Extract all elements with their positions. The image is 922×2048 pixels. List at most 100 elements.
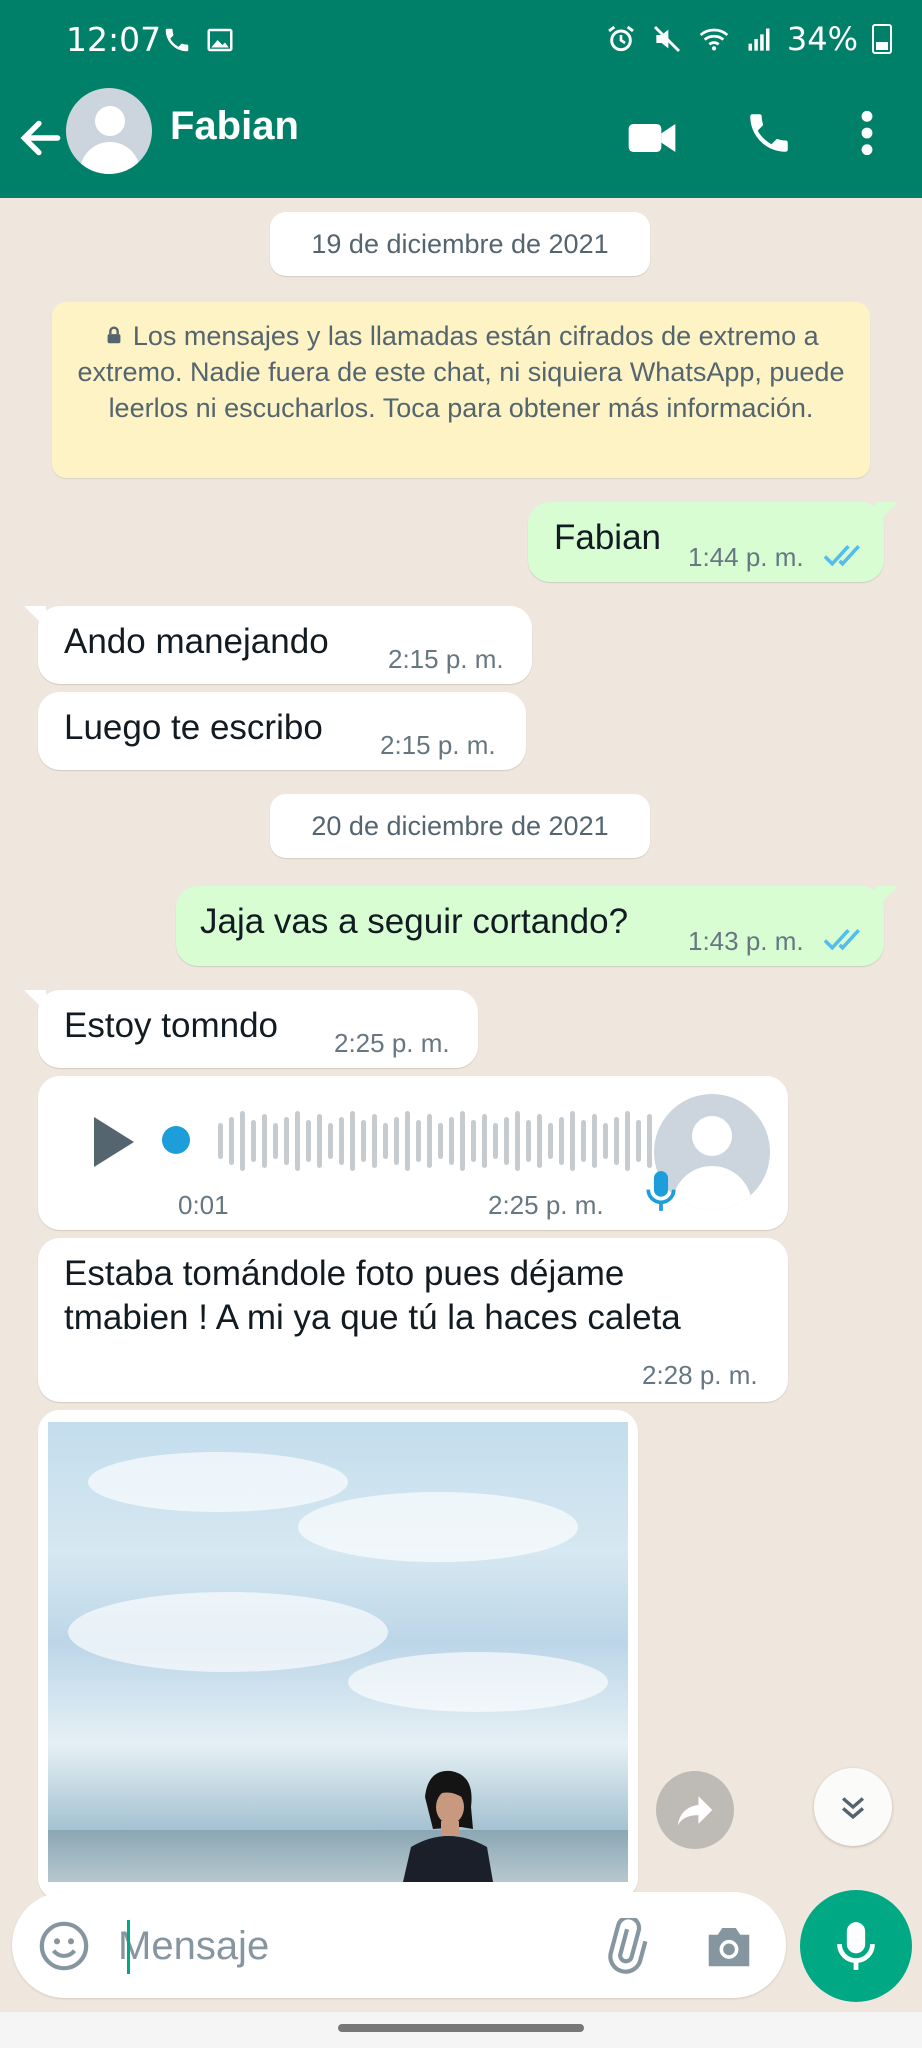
photo-cloud: [298, 1492, 578, 1562]
audio-waveform[interactable]: [218, 1110, 652, 1172]
lock-icon: [107, 326, 121, 344]
waveform-bar: [372, 1114, 377, 1168]
waveform-bar: [636, 1120, 641, 1162]
waveform-bar: [394, 1117, 399, 1165]
avatar-body-shape: [672, 1166, 752, 1210]
microphone-icon: [837, 1922, 875, 1970]
avatar-head-shape: [692, 1116, 732, 1156]
message-incoming[interactable]: Ando manejando 2:15 p. m.: [24, 606, 532, 684]
bubble-tail: [876, 502, 898, 524]
message-outgoing[interactable]: Fabian 1:44 p. m.: [528, 502, 898, 582]
waveform-bar: [471, 1120, 476, 1162]
home-gesture-pill[interactable]: [338, 2024, 584, 2032]
voice-call-icon[interactable]: [744, 108, 794, 158]
waveform-bar: [383, 1123, 388, 1159]
waveform-bar: [262, 1114, 267, 1168]
encryption-notice[interactable]: Los mensajes y las llamadas están cifrad…: [52, 302, 870, 478]
waveform-bar: [350, 1111, 355, 1171]
waveform-bar: [449, 1117, 454, 1165]
bubble-tail: [876, 886, 898, 908]
play-icon[interactable]: [88, 1112, 140, 1172]
status-left-icons: [162, 22, 235, 55]
photo-cloud: [348, 1652, 608, 1712]
waveform-bar: [647, 1114, 652, 1168]
waveform-bar: [251, 1120, 256, 1162]
waveform-bar: [559, 1117, 564, 1165]
voice-record-button[interactable]: [800, 1890, 912, 2002]
forward-button[interactable]: [656, 1771, 734, 1849]
message-incoming[interactable]: Luego te escribo 2:15 p. m.: [38, 692, 526, 770]
message-photo[interactable]: [48, 1422, 628, 1882]
waveform-bar: [504, 1117, 509, 1165]
message-incoming[interactable]: Estoy tomndo 2:25 p. m.: [24, 990, 478, 1068]
avatar-head-shape: [95, 106, 125, 136]
photo-sea: [48, 1830, 628, 1882]
read-ticks-icon: [823, 929, 860, 951]
scroll-to-bottom-button[interactable]: [814, 1768, 892, 1846]
bubble-tail: [24, 606, 46, 628]
waveform-bar: [603, 1123, 608, 1159]
signal-icon: [748, 28, 770, 51]
waveform-bar: [548, 1123, 553, 1159]
waveform-bar: [284, 1117, 289, 1165]
wifi-icon: [699, 28, 729, 51]
message-text: Estoy tomndo: [64, 1006, 278, 1045]
emoji-icon[interactable]: [36, 1918, 92, 1974]
message-time: 2:28 p. m.: [642, 1360, 758, 1390]
forward-icon: [677, 1796, 713, 1826]
message-time: 1:43 p. m.: [688, 926, 804, 956]
video-call-icon[interactable]: [624, 110, 680, 166]
message-time: 1:44 p. m.: [688, 542, 804, 572]
date-chip: 20 de diciembre de 2021: [270, 794, 650, 858]
message-outgoing[interactable]: Jaja vas a seguir cortando? 1:43 p. m.: [176, 886, 898, 966]
message-text-line-2: tmabien ! A mi ya que tú la haces caleta: [64, 1298, 681, 1337]
voice-message[interactable]: 0:01 2:25 p. m.: [38, 1076, 788, 1230]
waveform-bar: [482, 1114, 487, 1168]
message-text-line-1: Estaba tomándole foto pues déjame: [64, 1254, 625, 1293]
message-text: Ando manejando: [64, 622, 329, 661]
waveform-bar: [427, 1114, 432, 1168]
waveform-bar: [361, 1120, 366, 1162]
mute-icon: [653, 25, 680, 53]
message-time: 2:25 p. m.: [488, 1190, 604, 1220]
double-chevron-down-icon: [841, 1797, 865, 1820]
camera-icon[interactable]: [702, 1920, 756, 1972]
more-options-icon[interactable]: [852, 108, 882, 158]
attach-paperclip-icon[interactable]: [598, 1918, 654, 1974]
microphone-badge-icon: [646, 1171, 676, 1211]
waveform-bar: [328, 1123, 333, 1159]
photo-cloud: [88, 1452, 348, 1512]
contact-avatar[interactable]: [66, 88, 152, 174]
contact-name[interactable]: Fabian: [170, 104, 299, 149]
waveform-bar: [460, 1111, 465, 1171]
read-ticks-icon: [823, 545, 860, 567]
waveform-bar: [339, 1117, 344, 1165]
avatar-body-shape: [80, 142, 140, 174]
waveform-bar: [273, 1123, 278, 1159]
text-caret: [127, 1920, 130, 1974]
message-input[interactable]: [116, 1914, 580, 1978]
battery-icon: [872, 24, 892, 54]
message-incoming[interactable]: Estaba tomándole foto pues déjame tmabie…: [38, 1238, 788, 1402]
message-time: 2:15 p. m.: [388, 644, 504, 674]
waveform-bar: [526, 1120, 531, 1162]
waveform-bar: [405, 1111, 410, 1171]
photo-cloud: [68, 1592, 388, 1672]
bubble-tail: [24, 990, 46, 1012]
alarm-icon: [607, 25, 634, 52]
waveform-bar: [438, 1123, 443, 1159]
back-arrow-icon[interactable]: [16, 108, 66, 168]
message-text: Jaja vas a seguir cortando?: [200, 902, 629, 941]
playback-slider-knob[interactable]: [162, 1126, 190, 1154]
status-right-icons: 34%: [605, 20, 892, 58]
message-compose-bar: [12, 1892, 786, 1998]
voice-duration: 0:01: [178, 1190, 229, 1220]
waveform-bar: [515, 1111, 520, 1171]
message-time: 2:15 p. m.: [380, 730, 496, 760]
waveform-bar: [218, 1123, 223, 1159]
date-chip: 19 de diciembre de 2021: [270, 212, 650, 276]
image-status-icon: [207, 28, 233, 52]
message-text: Fabian: [554, 518, 662, 557]
status-time: 12:07: [66, 20, 162, 59]
message-text: Luego te escribo: [64, 708, 323, 747]
